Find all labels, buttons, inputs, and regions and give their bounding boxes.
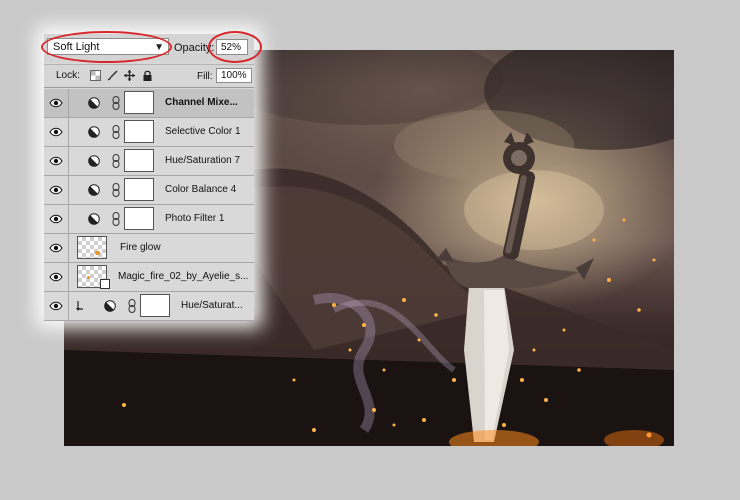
visibility-toggle[interactable]: [44, 292, 69, 320]
layer-name: Photo Filter 1: [165, 213, 225, 224]
chain-link-icon: [112, 212, 120, 226]
half-circle-adjustment-icon: [88, 126, 100, 138]
layer-row-magic-fire[interactable]: Magic_fire_02_by_Ayelie_s...: [44, 263, 254, 292]
glow-spot: [87, 276, 90, 279]
blend-mode-row: Soft Light ▼ Opacity: 52%: [44, 34, 254, 62]
layer-row-channel-mixer[interactable]: Channel Mixe...: [44, 89, 254, 118]
eye-icon: [49, 243, 63, 253]
glow-spot: [95, 251, 100, 255]
layer-name: Color Balance 4: [165, 184, 237, 195]
blend-mode-dropdown[interactable]: Soft Light ▼: [47, 38, 169, 55]
visibility-toggle[interactable]: [44, 147, 69, 175]
half-circle-adjustment-icon: [88, 213, 100, 225]
chevron-down-icon: ▼: [154, 42, 164, 53]
layer-name: Channel Mixe...: [165, 97, 238, 108]
eye-icon: [49, 98, 63, 108]
half-circle-adjustment-icon: [88, 184, 100, 196]
visibility-toggle[interactable]: [44, 176, 69, 204]
opacity-label: Opacity:: [174, 42, 215, 54]
layer-row-fire-glow[interactable]: Fire glow: [44, 234, 254, 263]
opacity-input[interactable]: 52%: [216, 39, 248, 55]
lock-transparent-pixels-icon[interactable]: [90, 70, 101, 81]
half-circle-adjustment-icon: [88, 155, 100, 167]
half-circle-adjustment-icon: [104, 300, 116, 312]
brush-icon[interactable]: [107, 70, 118, 81]
layer-row-color-balance[interactable]: Color Balance 4: [44, 176, 254, 205]
chain-link-icon: [112, 96, 120, 110]
layer-name: Fire glow: [120, 242, 161, 253]
visibility-toggle[interactable]: [44, 205, 69, 233]
layer-mask-thumbnail[interactable]: [124, 91, 154, 114]
layers-panel: Soft Light ▼ Opacity: 52% Lock: Fill: 10…: [44, 34, 254, 321]
visibility-toggle[interactable]: [44, 234, 69, 262]
visibility-toggle[interactable]: [44, 263, 69, 291]
layer-thumbnail[interactable]: [77, 236, 107, 259]
eye-icon: [49, 127, 63, 137]
visibility-toggle[interactable]: [44, 118, 69, 146]
visibility-toggle[interactable]: [44, 89, 69, 117]
layer-name: Hue/Saturation 7: [165, 155, 241, 166]
half-circle-adjustment-icon: [88, 97, 100, 109]
layer-mask-thumbnail[interactable]: [124, 178, 154, 201]
layer-name: Selective Color 1: [165, 126, 241, 137]
eye-icon: [49, 156, 63, 166]
padlock-icon[interactable]: [142, 70, 153, 81]
chain-link-icon: [112, 125, 120, 139]
layer-name: Hue/Saturat...: [181, 300, 243, 311]
layer-row-hue-saturation-clipped[interactable]: Hue/Saturat...: [44, 292, 254, 321]
lock-row: Lock: Fill: 100%: [44, 64, 254, 88]
eye-icon: [49, 301, 63, 311]
layer-mask-thumbnail[interactable]: [124, 149, 154, 172]
blend-mode-value: Soft Light: [53, 41, 100, 53]
layer-mask-thumbnail[interactable]: [124, 120, 154, 143]
smart-object-icon: [100, 279, 110, 289]
move-icon[interactable]: [124, 70, 135, 81]
layer-list: Channel Mixe... Selective Color 1 Hue/Sa…: [44, 89, 254, 321]
chain-link-icon: [128, 299, 136, 313]
layer-row-hue-saturation[interactable]: Hue/Saturation 7: [44, 147, 254, 176]
eye-icon: [49, 214, 63, 224]
chain-link-icon: [112, 154, 120, 168]
layer-mask-thumbnail[interactable]: [140, 294, 170, 317]
layer-row-selective-color[interactable]: Selective Color 1: [44, 118, 254, 147]
layer-name: Magic_fire_02_by_Ayelie_s...: [118, 271, 249, 282]
clipping-arrow-icon: [76, 301, 83, 311]
fill-label: Fill:: [197, 71, 213, 82]
eye-icon: [49, 272, 63, 282]
fill-input[interactable]: 100%: [216, 68, 252, 83]
eye-icon: [49, 185, 63, 195]
layer-mask-thumbnail[interactable]: [124, 207, 154, 230]
layer-row-photo-filter[interactable]: Photo Filter 1: [44, 205, 254, 234]
lock-label: Lock:: [56, 70, 80, 81]
chain-link-icon: [112, 183, 120, 197]
